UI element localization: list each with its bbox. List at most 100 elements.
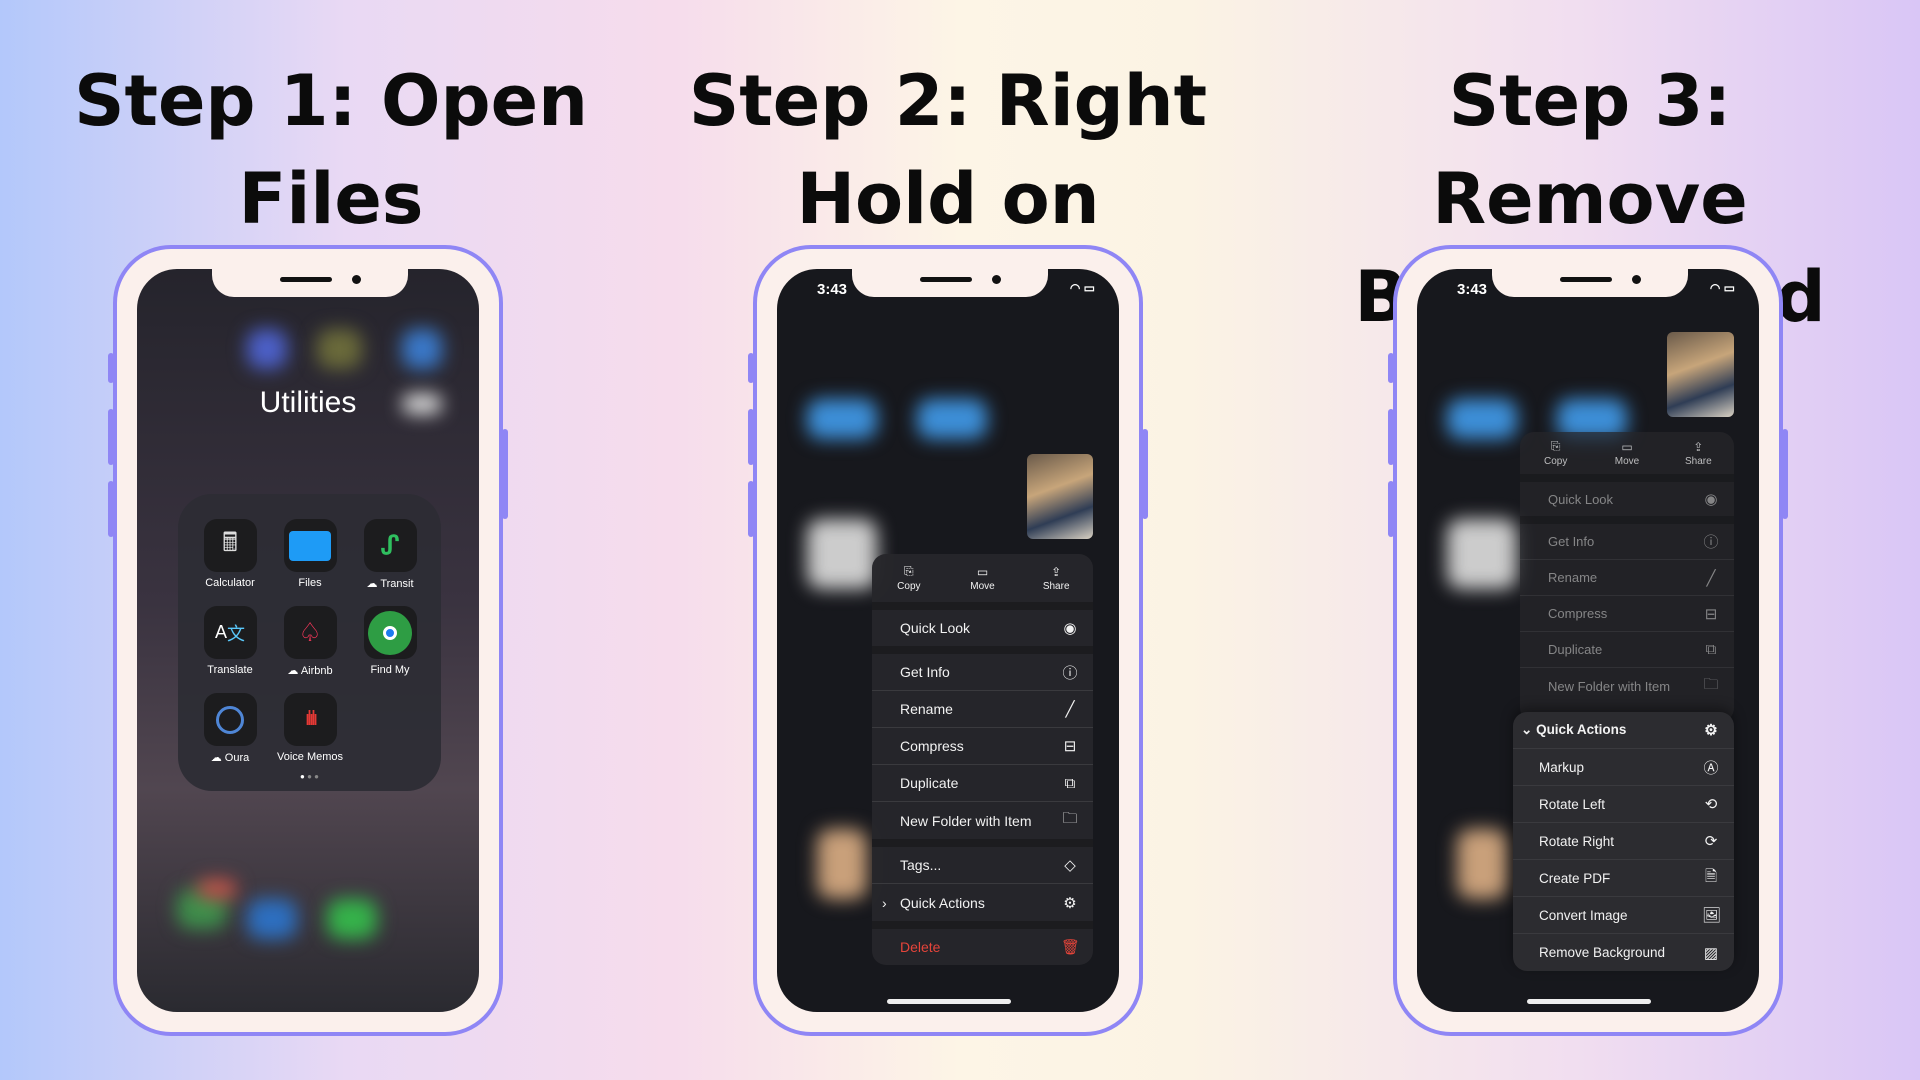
menu-item-create-pdf[interactable]: Create PDF 🗎 <box>1513 860 1734 897</box>
app-label: Calculator <box>205 577 255 589</box>
menu-item-rotate-right[interactable]: Rotate Right ⟳ <box>1513 823 1734 860</box>
menu-label: Quick Look <box>1548 491 1614 507</box>
menu-label: Get Info <box>900 664 950 680</box>
context-menu-dimmed: ⎘ Copy ▭ Move ⇪ Share Quick Look ◉ Get Info ⓘ R… <box>1520 432 1734 722</box>
menu-item-quick-actions[interactable]: › Quick Actions ⚙ <box>872 884 1093 929</box>
app-find-my[interactable]: Find My <box>350 606 430 676</box>
mute-switch <box>748 353 754 383</box>
folder-title: Utilities <box>259 386 357 419</box>
share-icon: ⇪ <box>1051 564 1062 579</box>
volume-down-button <box>108 481 114 537</box>
menu-item-quick-look[interactable]: Quick Look ◉ <box>872 610 1093 654</box>
rotate-right-icon: ⟳ <box>1704 833 1718 850</box>
copy-icon: ⎘ <box>1550 439 1561 453</box>
menu-label: Quick Look <box>900 620 971 636</box>
menu-item-get-info[interactable]: Get Info ⓘ <box>872 654 1093 691</box>
app-airbnb[interactable]: ♤ ☁ Airbnb <box>270 606 350 677</box>
blurred-file <box>817 829 867 899</box>
menu-label: Rename <box>1548 570 1598 585</box>
app-translate[interactable]: A 文 Translate <box>190 606 270 676</box>
copy-action[interactable]: ⎘ Copy <box>1520 439 1591 467</box>
volume-up-button <box>1388 409 1394 465</box>
menu-item-rename[interactable]: Rename ╱ <box>872 691 1093 728</box>
copy-action[interactable]: ⎘ Copy <box>872 564 946 592</box>
folder-icon: ▭ <box>976 564 989 579</box>
menu-label: New Folder with Item <box>1548 678 1671 694</box>
app-files[interactable]: Files <box>270 519 350 589</box>
menu-label: Markup <box>1539 759 1585 775</box>
menu-item-compress[interactable]: Compress ⊟ <box>872 728 1093 765</box>
menu-item-convert-image[interactable]: Convert Image 🖼 <box>1513 897 1734 934</box>
mute-switch <box>1388 353 1394 383</box>
menu-label: New Folder with Item <box>900 812 1032 829</box>
quick-actions-header[interactable]: ⌄ Quick Actions ⚙ <box>1513 712 1734 749</box>
title-line: Files <box>238 158 424 240</box>
menu-item-duplicate[interactable]: Duplicate ⧉ <box>872 765 1093 802</box>
archive-icon: ⊟ <box>1704 605 1718 623</box>
menu-item-duplicate[interactable]: Duplicate ⧉ <box>1520 632 1734 668</box>
move-action[interactable]: ▭ Move <box>946 565 1020 592</box>
menu-item-get-info[interactable]: Get Info ⓘ <box>1520 524 1734 560</box>
phone-step-3: 3:43 ◠ ▭ ⎘ Copy ▭ Move ⇪ Share Quick Look ◉ Ge… <box>1388 245 1788 1036</box>
duplicate-icon: ⧉ <box>1064 774 1076 792</box>
menu-item-new-folder[interactable]: New Folder with Item 🗀 <box>872 802 1093 847</box>
menu-item-delete[interactable]: Delete 🗑 <box>872 929 1093 965</box>
menu-label: Get Info <box>1548 534 1595 549</box>
menu-item-compress[interactable]: Compress ⊟ <box>1520 596 1734 632</box>
app-calculator[interactable]: 🖩 Calculator <box>190 519 270 589</box>
page-dots[interactable]: ● ● ● <box>178 772 441 781</box>
utilities-folder: 🖩 Calculator Files ᔑ ☁ Transit A 文 Translate… <box>178 494 441 791</box>
blurred-file <box>807 519 877 589</box>
action-label: Move <box>970 580 995 592</box>
blurred-folder <box>1447 399 1517 439</box>
menu-label: Compress <box>900 738 964 754</box>
volume-down-button <box>1388 481 1394 537</box>
menu-label: Quick Actions <box>900 894 985 911</box>
menu-item-rotate-left[interactable]: Rotate Left ⟲ <box>1513 786 1734 823</box>
share-action[interactable]: ⇪ Share <box>1019 565 1093 592</box>
cloud-download-icon: ☁ <box>366 578 381 590</box>
menu-item-remove-background[interactable]: Remove Background ▨ <box>1513 934 1734 971</box>
home-screen: Utilities 🖩 Calculator Files ᔑ ☁ Transit A… <box>137 269 479 1012</box>
app-label: Transit <box>380 578 414 590</box>
duplicate-icon: ⧉ <box>1705 641 1717 658</box>
menu-item-tags[interactable]: Tags... ◇ <box>872 847 1093 884</box>
menu-item-quick-look[interactable]: Quick Look ◉ <box>1520 482 1734 524</box>
app-oura[interactable]: ☁ Oura <box>190 693 270 764</box>
action-label: Move <box>1614 455 1640 467</box>
blurred-app <box>247 329 287 369</box>
markup-icon: Ⓐ <box>1703 759 1719 777</box>
app-voice-memos[interactable]: ılılı Voice Memos <box>270 693 350 763</box>
info-icon: ⓘ <box>1703 534 1719 551</box>
menu-label: Duplicate <box>1548 642 1603 657</box>
image-thumbnail[interactable] <box>1667 332 1734 417</box>
home-indicator[interactable] <box>887 999 1011 1004</box>
pdf-document-icon: 🗎 <box>1704 867 1718 885</box>
eye-icon: ◉ <box>1063 620 1077 637</box>
volume-up-button <box>748 409 754 465</box>
notch <box>1492 269 1688 297</box>
menu-item-new-folder[interactable]: New Folder with Item 🗀 <box>1520 668 1734 704</box>
app-label: Files <box>298 577 322 589</box>
archive-icon: ⊟ <box>1063 738 1077 755</box>
context-menu: ⎘ Copy ▭ Move ⇪ Share Quick Look ◉ Get Info ⓘ R… <box>872 554 1093 965</box>
menu-label: Remove Background <box>1539 945 1666 960</box>
chevron-right-icon: › <box>882 894 887 911</box>
phone-step-2: 3:43 ◠ ▭ ⎘ Copy ▭ Move ⇪ Share Quick Look ◉ Ge… <box>748 245 1148 1036</box>
menu-item-rename[interactable]: Rename ╱ <box>1520 560 1734 596</box>
dock-app <box>197 879 237 899</box>
info-icon: ⓘ <box>1062 664 1078 682</box>
share-action[interactable]: ⇪ Share <box>1663 440 1734 467</box>
status-time: 3:43 <box>1457 281 1488 298</box>
folder-icon <box>283 519 337 572</box>
menu-item-markup[interactable]: Markup Ⓐ <box>1513 749 1734 786</box>
app-label: Voice Memos <box>276 751 344 763</box>
pencil-icon: ╱ <box>1706 569 1716 587</box>
remove-background-icon: ▨ <box>1703 944 1719 962</box>
move-action[interactable]: ▭ Move <box>1591 440 1662 467</box>
rotate-left-icon: ⟲ <box>1704 796 1718 813</box>
side-button <box>502 429 508 519</box>
image-thumbnail[interactable] <box>1027 454 1093 539</box>
home-indicator[interactable] <box>1527 999 1651 1004</box>
app-transit[interactable]: ᔑ ☁ Transit <box>350 519 430 590</box>
